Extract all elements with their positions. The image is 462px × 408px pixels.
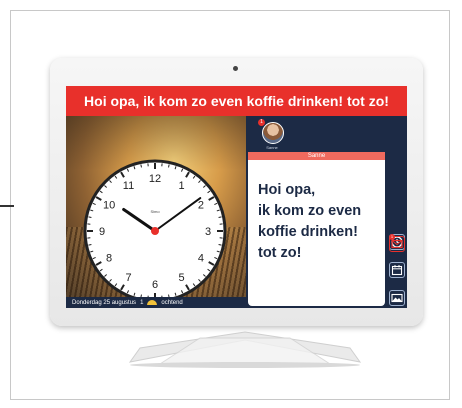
- message-banner[interactable]: Hoi opa, ik kom zo even koffie drinken! …: [66, 86, 407, 116]
- avatar-name: Sanne: [266, 145, 278, 150]
- calendar-icon: [391, 265, 403, 276]
- side-menu: [387, 116, 407, 308]
- clock-tick: [140, 164, 142, 168]
- clock-hub: [151, 227, 159, 235]
- clock-numeral: 10: [103, 200, 115, 212]
- clock-numeral: 5: [178, 272, 184, 284]
- clock-numeral: 4: [198, 253, 204, 265]
- clock-numeral: 6: [152, 279, 158, 291]
- mail-badge: 1: [389, 234, 395, 240]
- sender-header: Sanne: [248, 152, 385, 160]
- clock-numeral: 8: [106, 253, 112, 265]
- message-text: Hoi opa, ik kom zo even koffie drinken! …: [258, 180, 380, 264]
- message-panel: 1 Sanne Sanne Hoi opa, ik kom zo even ko…: [246, 116, 387, 308]
- count-label: 1: [140, 299, 144, 306]
- clock-numeral: 3: [205, 226, 211, 238]
- notification-badge: 1: [258, 119, 265, 126]
- photos-button[interactable]: [389, 290, 405, 306]
- background-photo: 12 1 2 3 4 5 6 7 8 9 10 11 Simo: [66, 116, 246, 297]
- sun-icon: [147, 300, 158, 305]
- clock-numeral: 11: [123, 180, 134, 192]
- tablet-stand: [128, 331, 362, 368]
- analog-clock[interactable]: 121234567891011Simo: [80, 156, 230, 297]
- photos-icon: [391, 293, 403, 303]
- clock-brand: Simo: [150, 209, 160, 214]
- clock-numeral: 12: [149, 173, 161, 185]
- clock-numeral: 9: [99, 226, 105, 238]
- tablet-device: Hoi opa, ik kom zo even koffie drinken! …: [50, 58, 423, 326]
- message-line: ik kom zo even: [258, 203, 362, 219]
- part-of-day-label: ochtend: [161, 299, 183, 306]
- clock-numeral: 7: [125, 272, 131, 284]
- avatar[interactable]: [262, 122, 284, 144]
- message-line: koffie drinken!: [258, 224, 358, 240]
- clock-tick: [218, 216, 222, 218]
- clock-tick: [168, 164, 170, 168]
- clock-tick: [88, 216, 92, 218]
- calendar-button[interactable]: [389, 262, 405, 278]
- tablet-screen: Hoi opa, ik kom zo even koffie drinken! …: [66, 86, 407, 308]
- status-bar: Donderdag 25 augustus 1 ochtend: [66, 297, 246, 308]
- clock-numeral: 2: [198, 200, 204, 212]
- clock-tick: [218, 244, 222, 246]
- date-label: Donderdag 25 augustus: [72, 299, 137, 306]
- mail-button[interactable]: 1: [389, 234, 405, 252]
- clock-tick: [88, 244, 92, 246]
- clock-numeral: 1: [178, 180, 184, 192]
- message-line: tot zo!: [258, 245, 302, 261]
- message-card[interactable]: Hoi opa, ik kom zo even koffie drinken! …: [248, 160, 385, 306]
- message-line: Hoi opa,: [258, 182, 316, 198]
- camera-icon: [233, 66, 238, 71]
- left-rule: [0, 205, 14, 207]
